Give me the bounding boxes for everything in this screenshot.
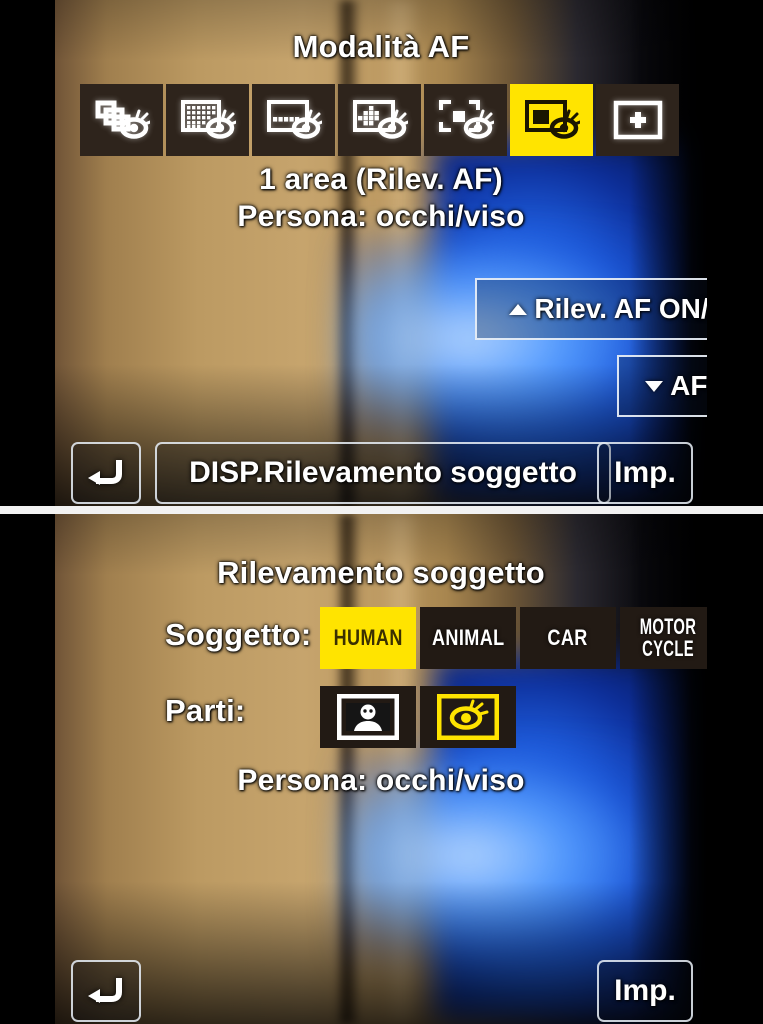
parts-option-eye[interactable] bbox=[420, 686, 516, 748]
subject-option-human-label: HUMAN bbox=[333, 625, 403, 650]
back-button-bottom[interactable] bbox=[71, 960, 141, 1022]
triangle-up-icon bbox=[509, 303, 528, 315]
af-mode-screen: Modalità AF 1 area (Rilev. AF) Persona: … bbox=[0, 0, 763, 506]
parts-option-face-body[interactable] bbox=[320, 686, 416, 748]
live-view-preview bbox=[55, 0, 707, 506]
subject-option-motorcycle-label-line1: MOTOR bbox=[639, 614, 697, 639]
subject-detection-summary: Persona: occhi/viso bbox=[237, 764, 525, 797]
af-mode-tracking[interactable] bbox=[80, 84, 163, 156]
subject-option-animal[interactable]: ANIMAL bbox=[420, 607, 516, 669]
af-mode-selector[interactable] bbox=[80, 84, 679, 156]
subject-detection-viewport: Rilevamento soggetto Soggetto: HUMAN ANI… bbox=[55, 514, 707, 1024]
af-1area-eye-icon bbox=[524, 98, 580, 142]
disp-button-label: DISP.Rilevamento soggetto bbox=[189, 456, 577, 489]
af-pinpoint-icon bbox=[612, 99, 664, 141]
af-mode-bottom-bar: DISP.Rilevamento soggetto Imp. bbox=[55, 442, 707, 506]
af-zone-hv-eye-icon bbox=[266, 98, 322, 142]
camera-screens-stack: Modalità AF 1 area (Rilev. AF) Persona: … bbox=[0, 0, 763, 1024]
triangle-down-icon bbox=[645, 380, 664, 392]
af-mode-zone-horizontal[interactable] bbox=[252, 84, 335, 156]
rilev-af-onoff-button[interactable]: Rilev. AF ON/OFF bbox=[475, 278, 707, 340]
back-arrow-icon bbox=[86, 454, 126, 493]
confirm-button-label-top: Imp. bbox=[614, 456, 676, 489]
rilev-af-onoff-label: Rilev. AF ON/OFF bbox=[534, 293, 707, 324]
preview-vignette bbox=[55, 0, 707, 506]
af-mode-viewport: Modalità AF 1 area (Rilev. AF) Persona: … bbox=[55, 0, 707, 506]
preview-right-shadow bbox=[628, 0, 707, 506]
af-tracking-eye-icon bbox=[94, 98, 150, 142]
af-mode-1-area[interactable] bbox=[510, 84, 593, 156]
subject-selector[interactable]: HUMAN ANIMAL CAR MOTOR CYCLE bbox=[320, 607, 707, 669]
af-mode-225-area[interactable] bbox=[166, 84, 249, 156]
confirm-button-bottom[interactable]: Imp. bbox=[597, 960, 693, 1022]
subject-option-car[interactable]: CAR bbox=[520, 607, 616, 669]
eye-detection-icon bbox=[437, 694, 499, 740]
af-1area-plus-eye-icon bbox=[438, 98, 494, 142]
panel-divider bbox=[0, 506, 763, 514]
confirm-button-top[interactable]: Imp. bbox=[597, 442, 693, 504]
af-mode-zone-cross[interactable] bbox=[338, 84, 421, 156]
parts-selector[interactable] bbox=[320, 686, 516, 748]
subject-option-car-label: CAR bbox=[547, 625, 589, 650]
af-mode-pinpoint[interactable] bbox=[596, 84, 679, 156]
subject-detection-screen: Rilevamento soggetto Soggetto: HUMAN ANI… bbox=[0, 514, 763, 1024]
subject-option-animal-label: ANIMAL bbox=[431, 625, 505, 650]
subject-option-motorcycle-label-line2: CYCLE bbox=[642, 636, 694, 661]
subject-detection-bottom-bar: Imp. bbox=[55, 960, 707, 1024]
parts-row-label: Parti: bbox=[165, 693, 246, 728]
af-zone-cross-eye-icon bbox=[352, 98, 408, 142]
af-area-label: AF area bbox=[670, 370, 707, 401]
af-mode-name: 1 area (Rilev. AF) bbox=[259, 163, 503, 196]
person-face-body-icon bbox=[337, 694, 399, 740]
subject-option-human[interactable]: HUMAN bbox=[320, 607, 416, 669]
confirm-button-label-bottom: Imp. bbox=[614, 974, 676, 1007]
af-mode-title: Modalità AF bbox=[292, 29, 470, 64]
af-area-button[interactable]: AF area bbox=[617, 355, 707, 417]
subject-detection-title: Rilevamento soggetto bbox=[217, 555, 545, 590]
back-button-top[interactable] bbox=[71, 442, 141, 504]
back-arrow-icon bbox=[86, 972, 126, 1011]
disp-subject-detection-button[interactable]: DISP.Rilevamento soggetto bbox=[155, 442, 611, 504]
af-mode-1-area-plus[interactable] bbox=[424, 84, 507, 156]
subject-row-label: Soggetto: bbox=[165, 617, 312, 652]
af-detection-summary: Persona: occhi/viso bbox=[237, 200, 525, 233]
af-225area-eye-icon bbox=[180, 98, 236, 142]
subject-option-motorcycle[interactable]: MOTOR CYCLE bbox=[620, 607, 707, 669]
